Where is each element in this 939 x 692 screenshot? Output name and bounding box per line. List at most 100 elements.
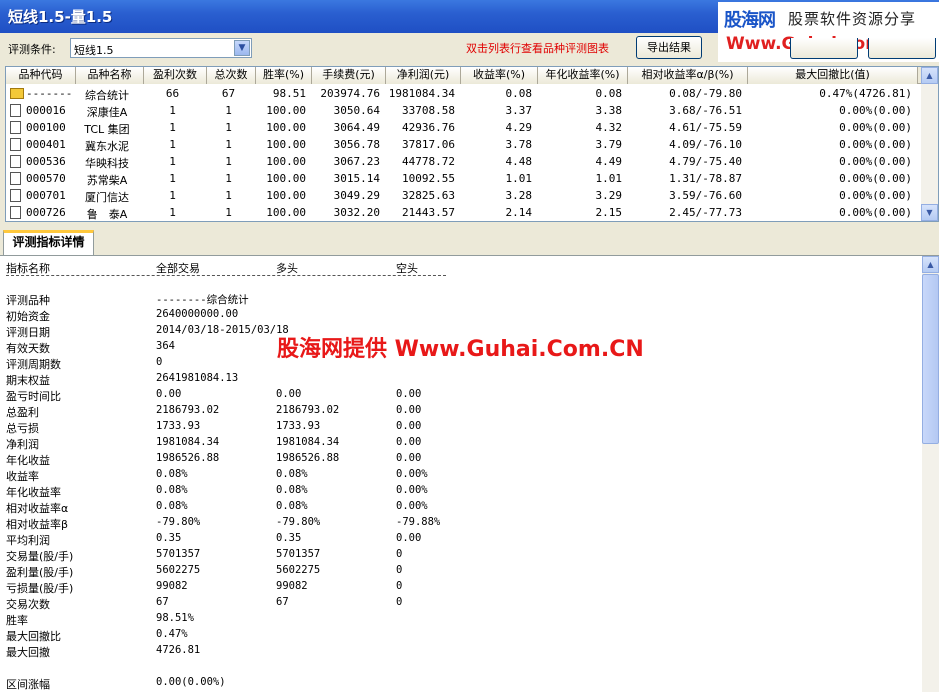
table-cell: 000701	[26, 189, 66, 202]
table-cell: 1	[169, 206, 176, 219]
table-scrollbar[interactable]: ▲ ▼	[921, 67, 938, 221]
metric-name: 交易量(股/手)	[6, 550, 74, 563]
table-cell: 37817.06	[402, 138, 455, 151]
metric-value: 0.00	[156, 388, 182, 400]
table-cell: 3.37	[505, 104, 533, 117]
table-cell: 10092.55	[402, 172, 455, 185]
column-header[interactable]: 最大回撤比(值)	[748, 67, 918, 84]
metric-value: 5701357	[276, 548, 321, 560]
metric-name: 总盈利	[6, 406, 39, 419]
metric-name: 评测周期数	[6, 358, 61, 371]
logo-brand: 股海网	[724, 10, 776, 31]
metric-value: 5701357	[156, 548, 201, 560]
column-header[interactable]: 胜率(%)	[256, 67, 312, 84]
table-cell: 鲁 泰A	[86, 208, 128, 221]
export-button[interactable]: 导出结果	[636, 36, 702, 59]
hint-text: 双击列表行查看品种评测图表	[466, 42, 609, 55]
metric-value: -79.88%	[396, 516, 441, 528]
scroll-thumb[interactable]	[922, 274, 939, 444]
table-cell: 1	[169, 104, 176, 117]
metric-value: 0.00	[396, 388, 422, 400]
metric-name: 盈利量(股/手)	[6, 566, 74, 579]
table-cell: 2.15	[595, 206, 623, 219]
table-row[interactable]: 000016 深康佳A 1 1 100.00 3050.64 33708.58 3.37 3.3…	[6, 102, 921, 119]
results-table[interactable]: 品种代码 品种名称 盈利次数 总次数 胜率(%) 手续费(元) 净利润(元) 收益率(%) 年化…	[5, 66, 939, 222]
table-row[interactable]: ------- 综合统计 66 67 98.51 203974.76 1981084.34 0…	[6, 85, 921, 102]
table-cell: 苏常柴A	[86, 174, 128, 187]
hidden-button-2[interactable]	[868, 38, 936, 59]
table-row[interactable]: 000570 苏常柴A 1 1 100.00 3015.14 10092.55 1.01 1.0…	[6, 170, 921, 187]
column-header[interactable]: 手续费(元)	[312, 67, 386, 84]
table-cell: 1	[225, 155, 232, 168]
metric-value: 0.08%	[156, 484, 188, 496]
detail-scrollbar[interactable]: ▲	[922, 256, 939, 692]
table-cell: 100.00	[266, 138, 306, 151]
table-cell: 3.68/-76.51	[669, 104, 742, 117]
table-cell: 100.00	[266, 172, 306, 185]
table-cell: 67	[221, 87, 236, 100]
table-cell: 1	[169, 155, 176, 168]
table-cell: 3.38	[595, 104, 623, 117]
table-cell: 华映科技	[85, 157, 129, 170]
document-icon	[10, 121, 21, 134]
tab-detail[interactable]: 评测指标详情	[3, 230, 94, 255]
table-row[interactable]: 000726 鲁 泰A 1 1 100.00 3032.20 21443.57 2.14 2.1…	[6, 204, 921, 221]
column-header[interactable]: 收益率(%)	[461, 67, 538, 84]
metric-value: 4726.81	[156, 644, 201, 656]
column-header[interactable]: 净利润(元)	[386, 67, 461, 84]
table-cell: 1	[225, 189, 232, 202]
column-header[interactable]: 品种代码	[6, 67, 76, 84]
detail-header-all: 全部交易	[156, 262, 200, 275]
metric-name: 年化收益	[6, 454, 50, 467]
table-cell: 0.00%(0.00)	[839, 155, 912, 168]
metric-value: 5602275	[156, 564, 201, 576]
window-title: 短线1.5-量1.5	[8, 8, 113, 26]
table-cell: 厦门信达	[85, 191, 129, 204]
column-header[interactable]: 总次数	[207, 67, 256, 84]
metric-value: 0.08%	[156, 500, 188, 512]
table-cell: 1	[225, 104, 232, 117]
metric-name: 相对收益率α	[6, 502, 69, 515]
table-cell: 综合统计	[85, 89, 129, 102]
column-header[interactable]: 品种名称	[76, 67, 144, 84]
table-cell: 0.00%(0.00)	[839, 172, 912, 185]
table-cell: 66	[165, 87, 180, 100]
table-row[interactable]: 000536 华映科技 1 1 100.00 3067.23 44778.72 4.48 4.4…	[6, 153, 921, 170]
table-cell: 4.49	[595, 155, 623, 168]
table-row[interactable]: 000401 冀东水泥 1 1 100.00 3056.78 37817.06 3.78 3.7…	[6, 136, 921, 153]
logo-slogan: 股票软件资源分享	[788, 10, 917, 28]
scroll-up-icon[interactable]: ▲	[922, 256, 939, 273]
metric-value: 0.35	[276, 532, 302, 544]
column-header[interactable]: 年化收益率(%)	[538, 67, 628, 84]
metric-name: 盈亏时间比	[6, 390, 61, 403]
table-cell: 冀东水泥	[85, 140, 129, 153]
table-cell: 3.29	[595, 189, 623, 202]
table-cell: 3.59/-76.60	[669, 189, 742, 202]
table-cell: 1	[169, 189, 176, 202]
metric-value: 2641981084.13	[156, 372, 239, 384]
table-row[interactable]: 000100 TCL 集团 1 1 100.00 3064.49 42936.76 4.29 4…	[6, 119, 921, 136]
column-header[interactable]: 盈利次数	[144, 67, 207, 84]
metric-value: 0.00%	[396, 468, 428, 480]
table-row[interactable]: 000701 厦门信达 1 1 100.00 3049.29 32825.63 3.28 3.2…	[6, 187, 921, 204]
metric-value: 0.00	[276, 388, 302, 400]
table-cell: 000100	[26, 121, 66, 134]
metric-value: 0.08%	[276, 484, 308, 496]
column-header[interactable]: 相对收益率α/β(%)	[628, 67, 748, 84]
hidden-button-1[interactable]	[790, 38, 858, 59]
table-cell: 0.00%(0.00)	[839, 206, 912, 219]
table-cell: 1	[225, 138, 232, 151]
metric-value: 0.00	[396, 404, 422, 416]
metric-value: 0.08%	[276, 500, 308, 512]
table-cell: 0.00%(0.00)	[839, 121, 912, 134]
scroll-down-icon[interactable]: ▼	[921, 204, 938, 221]
table-cell: 3064.49	[333, 121, 380, 134]
metric-name: 初始资金	[6, 310, 50, 323]
chevron-down-icon[interactable]: ▼	[234, 40, 250, 56]
scroll-up-icon[interactable]: ▲	[921, 67, 938, 84]
table-cell: 0.08	[595, 87, 623, 100]
table-cell: -------	[26, 87, 73, 100]
criteria-select[interactable]: 短线1.5 ▼	[70, 38, 252, 58]
metric-value: 364	[156, 340, 175, 352]
table-cell: 4.79/-75.40	[669, 155, 742, 168]
